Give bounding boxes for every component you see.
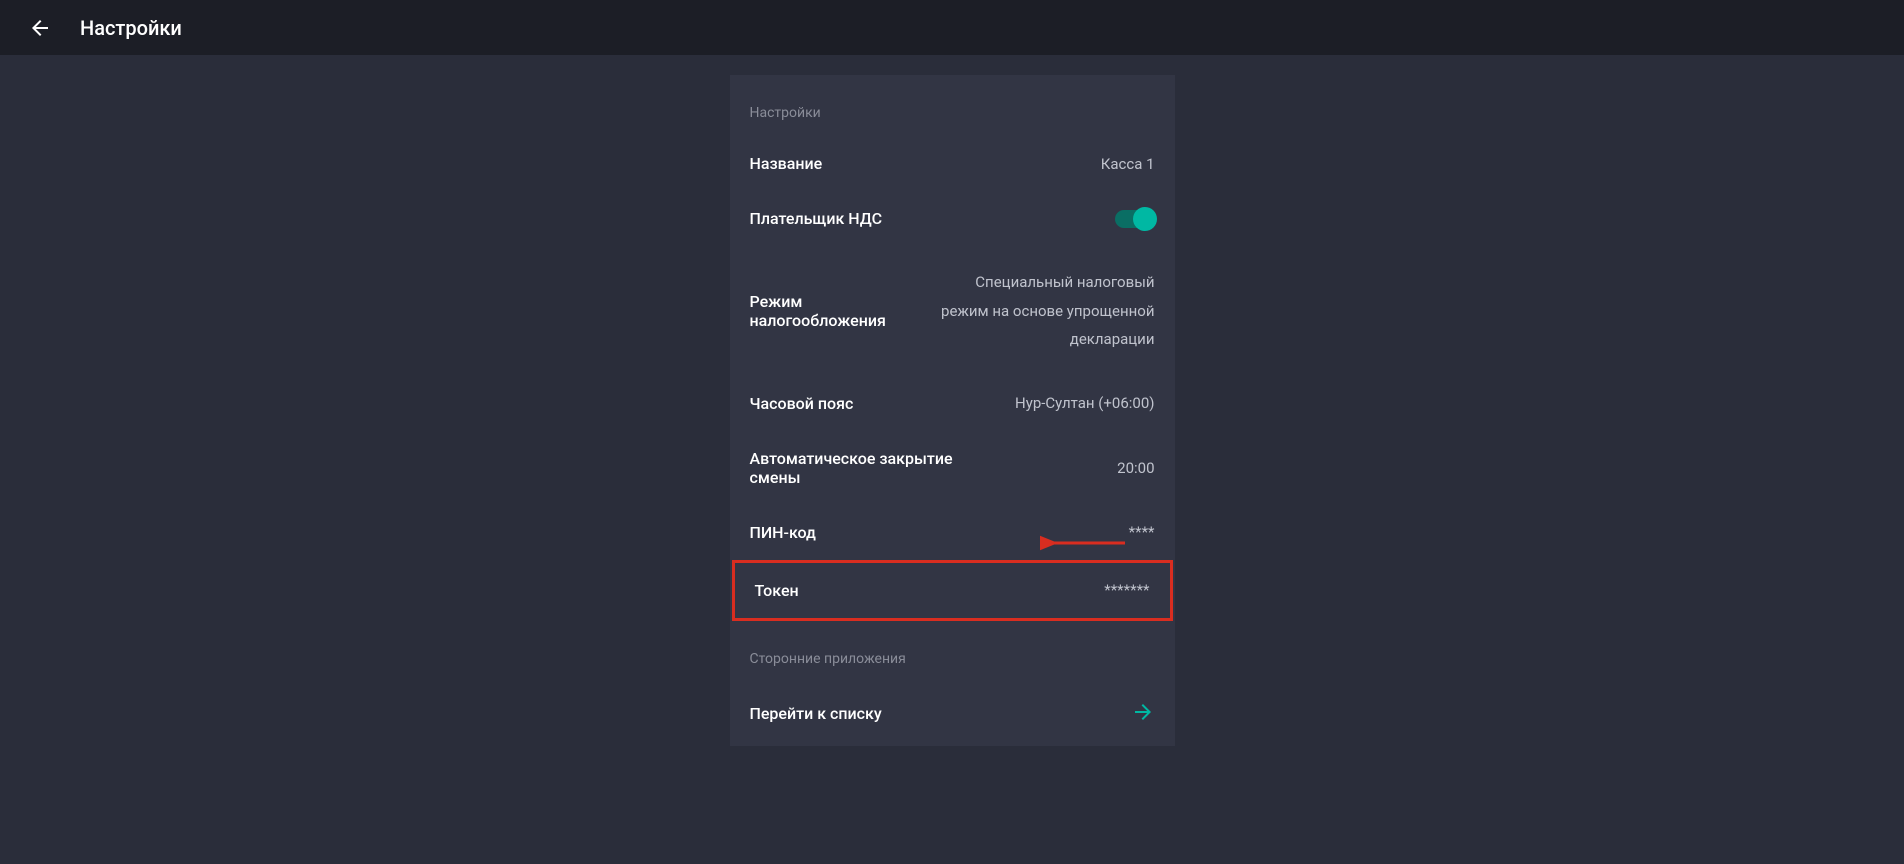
setting-row-go-to-list[interactable]: Перейти к списку (730, 682, 1175, 746)
toggle-knob (1133, 207, 1157, 231)
setting-auto-close-label: Автоматическое закрытие смены (750, 449, 970, 487)
content-area: Настройки Название Касса 1 Плательщик НД… (0, 55, 1904, 746)
setting-token-label: Токен (755, 581, 799, 600)
setting-name-label: Название (750, 154, 823, 173)
go-to-list-label: Перейти к списку (750, 704, 882, 723)
settings-panel: Настройки Название Касса 1 Плательщик НД… (730, 75, 1175, 746)
setting-vat-label: Плательщик НДС (750, 209, 883, 228)
setting-tax-mode-label: Режим налогообложения (750, 292, 935, 330)
back-button[interactable] (20, 8, 60, 48)
annotation-arrow (1040, 528, 1130, 562)
setting-row-timezone[interactable]: Часовой пояс Нур-Султан (+06:00) (730, 376, 1175, 431)
setting-auto-close-value: 20:00 (1117, 459, 1154, 477)
setting-row-auto-close[interactable]: Автоматическое закрытие смены 20:00 (730, 431, 1175, 505)
setting-tax-mode-value: Специальный налоговый режим на основе уп… (935, 268, 1155, 354)
setting-row-token[interactable]: Токен ******* (735, 563, 1170, 618)
arrow-left-icon (28, 16, 52, 40)
setting-token-value: ******* (1104, 581, 1149, 599)
app-header: Настройки (0, 0, 1904, 55)
token-highlight-annotation: Токен ******* (732, 560, 1173, 621)
settings-section-label: Настройки (730, 75, 1175, 136)
setting-name-value: Касса 1 (1101, 155, 1155, 173)
setting-timezone-label: Часовой пояс (750, 394, 854, 413)
external-apps-section-label: Сторонние приложения (730, 621, 1175, 682)
setting-row-vat-payer[interactable]: Плательщик НДС (730, 191, 1175, 246)
vat-toggle[interactable] (1115, 210, 1155, 228)
setting-pin-label: ПИН-код (750, 523, 816, 542)
arrow-right-icon (1131, 700, 1155, 728)
setting-row-tax-mode[interactable]: Режим налогообложения Специальный налого… (730, 246, 1175, 376)
page-title: Настройки (80, 16, 182, 40)
setting-row-name[interactable]: Название Касса 1 (730, 136, 1175, 191)
setting-timezone-value: Нур-Султан (+06:00) (1015, 394, 1154, 412)
setting-pin-value: **** (1129, 523, 1155, 541)
